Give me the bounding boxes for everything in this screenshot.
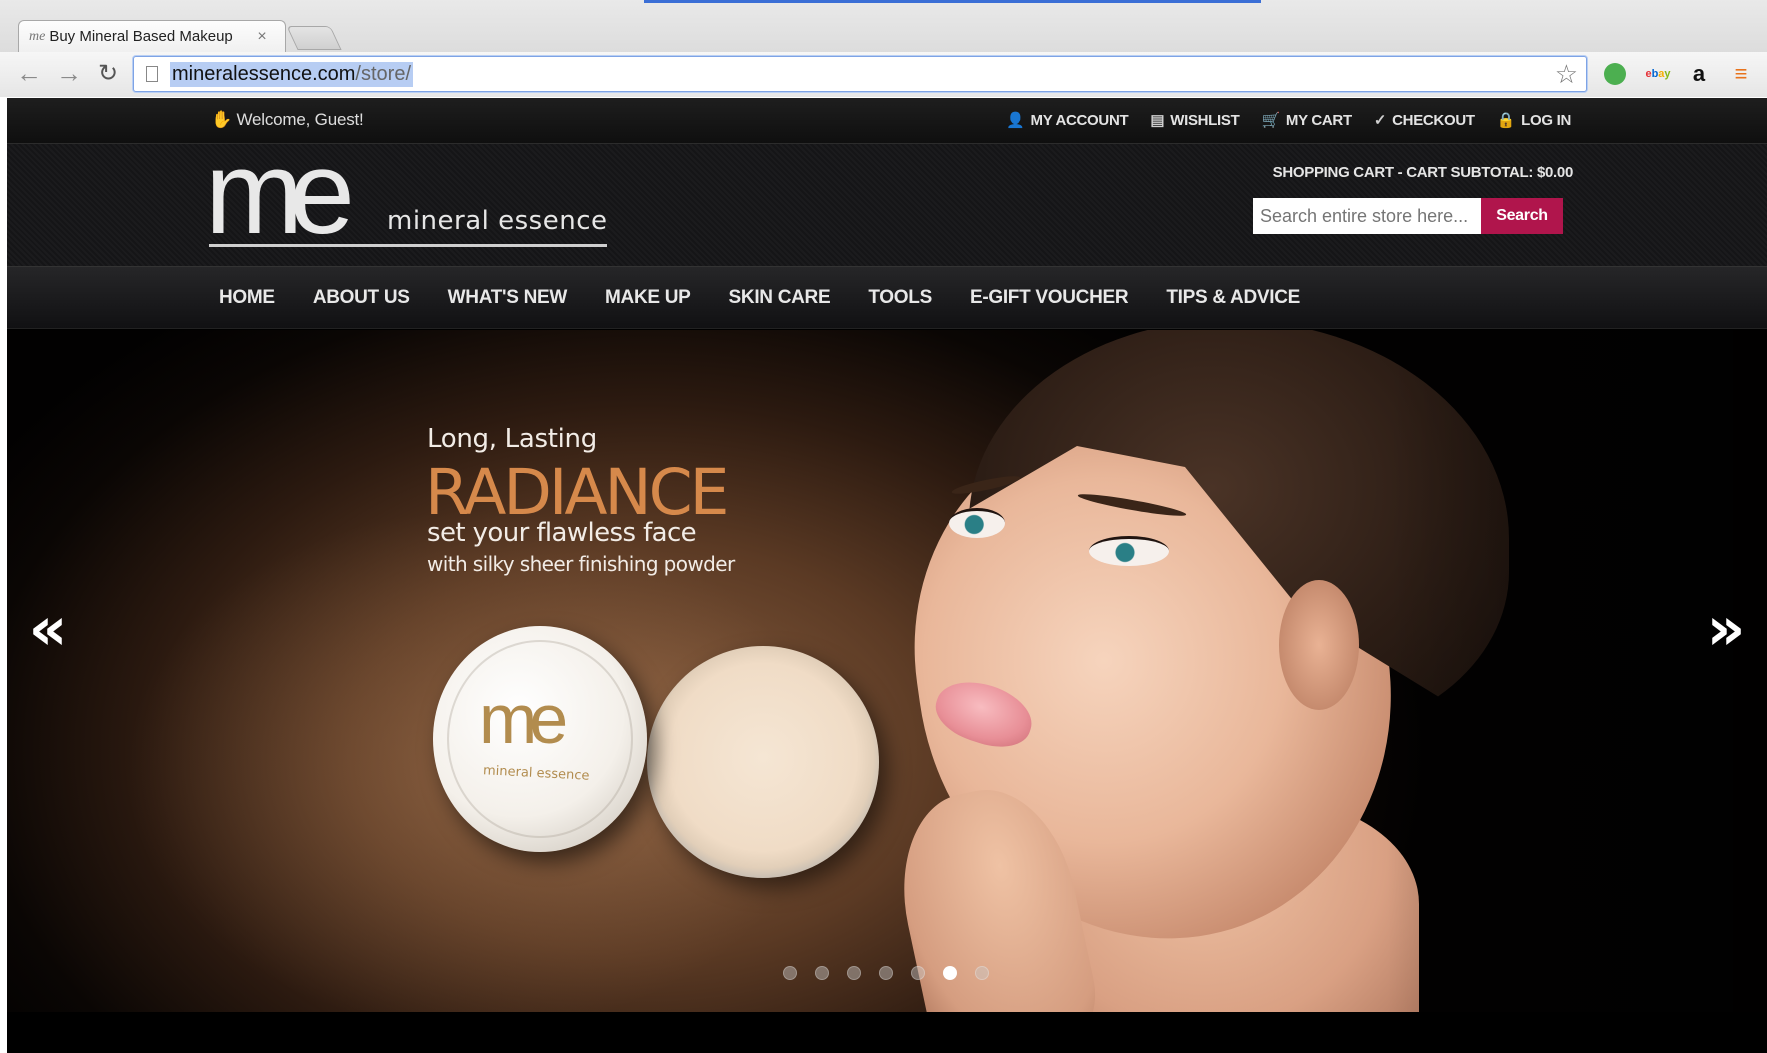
hero-line-4: with silky sheer finishing powder bbox=[427, 552, 735, 576]
my-account-link[interactable]: 👤 MY ACCOUNT bbox=[1006, 111, 1129, 130]
slider-dot[interactable] bbox=[943, 966, 957, 980]
jar-logo: me bbox=[479, 680, 568, 758]
webpage: ✋ Welcome, Guest! 👤 MY ACCOUNT ▤ WISHLIST … bbox=[7, 98, 1767, 1053]
slider-dot[interactable] bbox=[847, 966, 861, 980]
browser-window: me Buy Mineral Based Makeup × ← → ↻ mine… bbox=[0, 0, 1767, 1053]
nav-item-skin-care[interactable]: SKIN CARE bbox=[729, 287, 831, 309]
search-button[interactable]: Search bbox=[1481, 198, 1563, 234]
site-logo[interactable]: me mineral essence bbox=[205, 134, 615, 252]
slider-next-arrow[interactable]: » bbox=[1699, 594, 1753, 664]
slider-dot[interactable] bbox=[975, 966, 989, 980]
bookmark-star-icon[interactable]: ☆ bbox=[1555, 59, 1578, 90]
powder-jar-lid: me mineral essence bbox=[433, 626, 647, 852]
hero-line-3: set your flawless face bbox=[427, 518, 697, 548]
site-header: me mineral essence SHOPPING CART - CART … bbox=[7, 134, 1767, 266]
evernote-icon[interactable] bbox=[1600, 60, 1630, 88]
favicon-icon: me bbox=[29, 28, 46, 44]
logo-mark: me bbox=[205, 127, 355, 259]
my-cart-link[interactable]: 🛒 MY CART bbox=[1261, 111, 1352, 130]
wishlist-link[interactable]: ▤ WISHLIST bbox=[1150, 111, 1239, 130]
footer-strip bbox=[7, 1012, 1767, 1053]
nav-item-make-up[interactable]: MAKE UP bbox=[605, 287, 691, 309]
user-icon: 👤 bbox=[1006, 112, 1025, 129]
ebay-icon[interactable]: ebay bbox=[1640, 60, 1676, 88]
slider-dots bbox=[783, 966, 989, 980]
account-links: 👤 MY ACCOUNT ▤ WISHLIST 🛒 MY CART ✓ CHECKOUT… bbox=[1006, 111, 1572, 130]
url-text: mineralessence.com/store/ bbox=[170, 61, 413, 87]
tab-close-icon[interactable]: × bbox=[257, 28, 266, 46]
cart-icon: 🛒 bbox=[1261, 112, 1280, 129]
hero-line-1: Long, Lasting bbox=[427, 424, 597, 454]
nav-item-about-us[interactable]: ABOUT US bbox=[313, 287, 410, 309]
reload-icon[interactable]: ↻ bbox=[91, 56, 125, 90]
check-icon: ✓ bbox=[1373, 112, 1387, 129]
slider-dot[interactable] bbox=[783, 966, 797, 980]
amazon-icon[interactable]: a bbox=[1684, 60, 1714, 88]
page-icon bbox=[146, 66, 158, 82]
menu-icon[interactable]: ≡ bbox=[1726, 60, 1756, 88]
nav-item-e-gift-voucher[interactable]: E-GIFT VOUCHER bbox=[970, 287, 1129, 309]
search-input[interactable] bbox=[1253, 198, 1481, 234]
slider-dot[interactable] bbox=[879, 966, 893, 980]
lock-icon: 🔒 bbox=[1496, 112, 1516, 129]
address-bar[interactable]: mineralessence.com/store/ ☆ bbox=[133, 56, 1587, 92]
logo-underline bbox=[209, 244, 607, 247]
logo-name: mineral essence bbox=[387, 206, 608, 236]
browser-chrome: me Buy Mineral Based Makeup × ← → ↻ mine… bbox=[0, 0, 1767, 97]
search-form: Search bbox=[1253, 198, 1563, 234]
new-tab-button[interactable] bbox=[286, 26, 342, 50]
document-icon: ▤ bbox=[1150, 112, 1165, 129]
model-eye-right bbox=[1089, 536, 1169, 566]
nav-item-tools[interactable]: TOOLS bbox=[868, 287, 932, 309]
main-navigation: HOME ABOUT US WHAT'S NEW MAKE UP SKIN CA… bbox=[7, 266, 1767, 329]
loading-indicator bbox=[644, 0, 1261, 3]
slider-prev-arrow[interactable]: « bbox=[21, 594, 75, 664]
cart-summary[interactable]: SHOPPING CART - CART SUBTOTAL: $0.00 bbox=[1273, 164, 1574, 181]
tab-title: Buy Mineral Based Makeup bbox=[49, 28, 233, 45]
forward-icon[interactable]: → bbox=[52, 56, 86, 90]
log-in-link[interactable]: 🔒 LOG IN bbox=[1496, 111, 1572, 130]
nav-item-whats-new[interactable]: WHAT'S NEW bbox=[448, 287, 568, 309]
browser-toolbar: ← → ↻ mineralessence.com/store/ ☆ ebay a… bbox=[0, 52, 1767, 97]
browser-tab[interactable]: me Buy Mineral Based Makeup × bbox=[18, 20, 286, 52]
nav-item-home[interactable]: HOME bbox=[219, 287, 275, 309]
model-eye-left bbox=[949, 508, 1005, 538]
hero-slider: Long, Lasting RADIANCE set your flawless… bbox=[7, 330, 1767, 1012]
nav-item-tips-advice[interactable]: TIPS & ADVICE bbox=[1166, 287, 1300, 309]
slider-dot[interactable] bbox=[911, 966, 925, 980]
slider-dot[interactable] bbox=[815, 966, 829, 980]
powder-jar-base bbox=[647, 646, 879, 878]
back-icon[interactable]: ← bbox=[12, 56, 46, 90]
checkout-link[interactable]: ✓ CHECKOUT bbox=[1373, 111, 1475, 130]
